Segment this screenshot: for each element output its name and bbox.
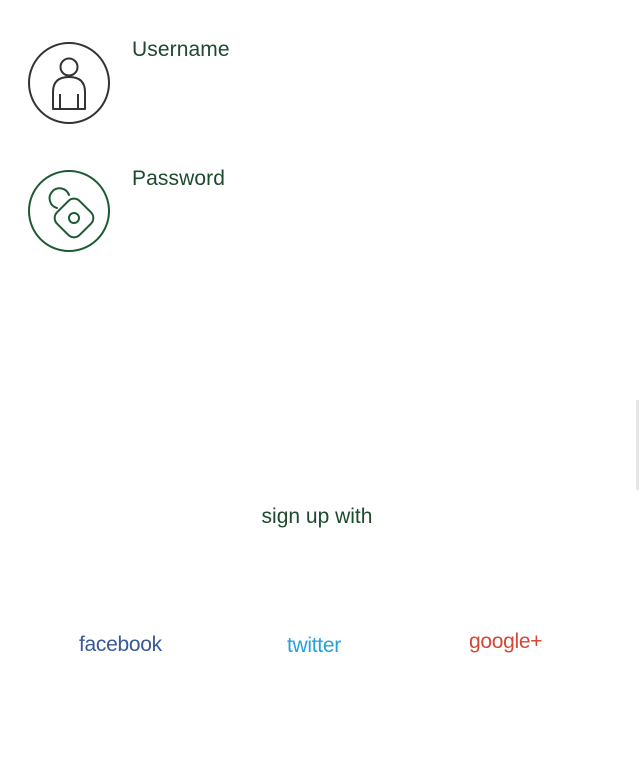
user-icon-glyph <box>52 57 86 110</box>
user-icon[interactable] <box>28 42 110 124</box>
facebook-signup-link[interactable]: facebook <box>79 633 162 657</box>
lock-icon-glyph <box>48 187 95 239</box>
username-field[interactable]: Username <box>132 38 230 62</box>
twitter-signup-link[interactable]: twitter <box>287 634 341 658</box>
signup-heading: sign up with <box>261 505 373 528</box>
google-plus-signup-link[interactable]: google+ <box>469 630 543 654</box>
password-field[interactable]: Password <box>132 167 225 191</box>
lock-icon[interactable] <box>28 170 110 252</box>
